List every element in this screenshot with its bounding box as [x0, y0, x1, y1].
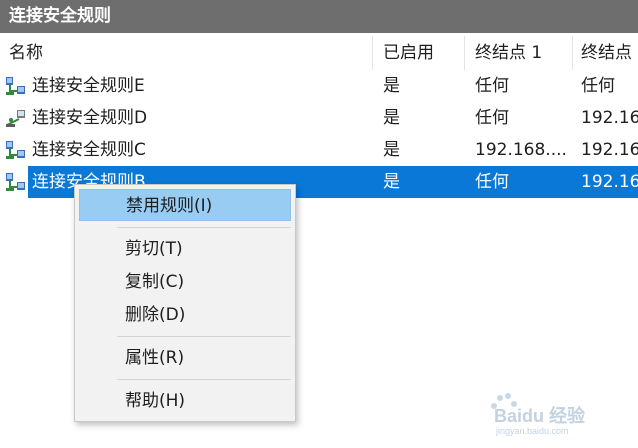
menu-item-copy[interactable]: 复制(C) — [79, 266, 291, 298]
column-header-endpoint1[interactable]: 终结点 1 — [465, 36, 573, 70]
rule-endpoint1: 任何 — [475, 172, 509, 192]
rule-network-icon — [6, 173, 25, 191]
rule-endpoint2: 任何 — [581, 76, 615, 96]
rule-name: 连接安全规则C — [32, 140, 146, 160]
column-header-enabled[interactable]: 已启用 — [373, 36, 465, 70]
context-menu: 禁用规则(I) 剪切(T) 复制(C) 删除(D) 属性(R) 帮助(H) — [74, 184, 296, 422]
column-header-name[interactable]: 名称 — [0, 36, 373, 70]
rule-enabled: 是 — [383, 108, 400, 128]
column-header-endpoint2[interactable]: 终结点 — [573, 36, 638, 70]
menu-item-help[interactable]: 帮助(H) — [79, 385, 291, 417]
menu-item-properties[interactable]: 属性(R) — [79, 342, 291, 374]
menu-item-disable-rule[interactable]: 禁用规则(I) — [79, 189, 291, 221]
rule-network-icon — [6, 141, 25, 159]
rule-disabled-network-icon — [6, 110, 25, 127]
rule-name: 连接安全规则D — [32, 108, 148, 128]
table-row[interactable]: 连接安全规则E 是 任何 任何 — [0, 70, 638, 102]
panel-title: 连接安全规则 — [0, 0, 638, 33]
rule-endpoint2: 192.16 — [581, 140, 638, 160]
rule-name: 连接安全规则E — [32, 76, 145, 96]
baidu-jingyan-watermark: Baidu 经验 jingyan.baidu.com — [491, 393, 586, 436]
watermark-brand: Baidu 经验 — [494, 405, 586, 426]
rule-endpoint1: 192.168.... — [475, 140, 567, 160]
rule-enabled: 是 — [383, 140, 400, 160]
menu-separator — [117, 379, 291, 380]
rule-enabled: 是 — [383, 76, 400, 96]
menu-separator — [117, 227, 291, 228]
rule-endpoint2: 192.16 — [581, 108, 638, 128]
menu-item-delete[interactable]: 删除(D) — [79, 299, 291, 331]
connection-security-rules-window: 连接安全规则 名称 已启用 终结点 1 终结点 连接安全规则E 是 任何 任何 — [0, 0, 638, 448]
table-row[interactable]: 连接安全规则C 是 192.168.... 192.16 — [0, 134, 638, 166]
column-header-row: 名称 已启用 终结点 1 终结点 — [0, 36, 638, 70]
watermark-url: jingyan.baidu.com — [495, 426, 569, 436]
rule-endpoint1: 任何 — [475, 108, 509, 128]
rule-endpoint1: 任何 — [475, 76, 509, 96]
menu-item-cut[interactable]: 剪切(T) — [79, 233, 291, 265]
rule-enabled: 是 — [383, 172, 400, 192]
rule-endpoint2: 192.16 — [581, 172, 638, 192]
table-row[interactable]: 连接安全规则D 是 任何 192.16 — [0, 102, 638, 134]
menu-separator — [117, 336, 291, 337]
rules-list: 连接安全规则E 是 任何 任何 连接安全规则D 是 任何 192.16 连接安全… — [0, 70, 638, 198]
rule-network-icon — [6, 77, 25, 95]
